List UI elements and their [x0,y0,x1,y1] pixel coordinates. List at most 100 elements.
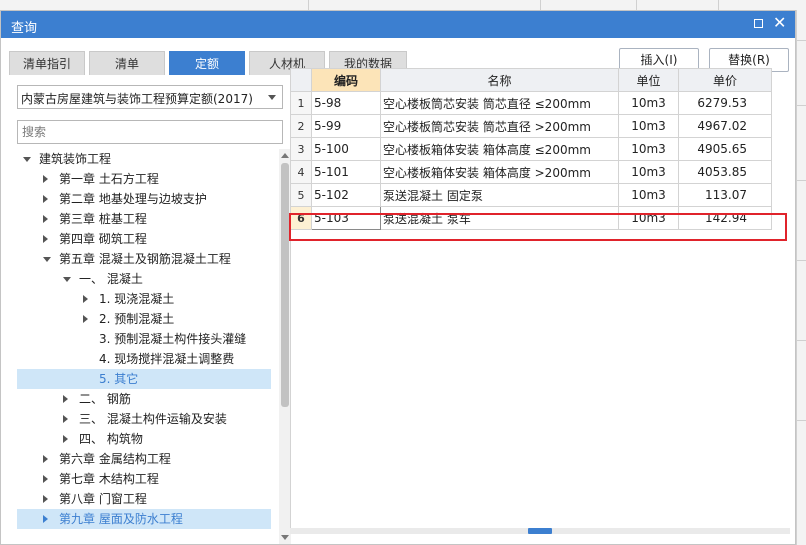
tab-bill[interactable]: 清单 [89,51,165,75]
tree-item[interactable]: 二、 钢筋 [17,389,271,409]
table-row[interactable]: 1 5-98 空心楼板筒芯安装 筒芯直径 ≤200mm 10m3 6279.53 [290,91,772,115]
table-row[interactable]: 3 5-100 空心楼板箱体安装 箱体高度 ≤200mm 10m3 4905.65 [290,137,772,161]
name-cell[interactable]: 空心楼板筒芯安装 筒芯直径 ≤200mm [380,91,619,115]
quota-results-table: 编码 名称 单位 单价 1 5-98 空心楼板筒芯安装 筒芯直径 ≤200mm 10m… [290,68,773,230]
unit-cell[interactable]: 10m3 [618,160,679,184]
tree-item[interactable]: 4. 现场搅拌混凝土调整费 [17,349,271,369]
tree-item[interactable]: 建筑装饰工程 [17,149,271,169]
chevron-down-icon[interactable] [23,157,31,162]
tree-item[interactable]: 1. 现浇混凝土 [17,289,271,309]
tree-item[interactable]: 第四章 砌筑工程 [17,229,271,249]
table-header-row: 编码 名称 单位 单价 [290,68,772,92]
price-cell[interactable]: 4053.85 [678,160,772,184]
tree-item[interactable]: 第二章 地基处理与边坡支护 [17,189,271,209]
table-row[interactable]: 5 5-102 泵送混凝土 固定泵 10m3 113.07 [290,183,772,207]
code-cell[interactable]: 5-100 [311,137,381,161]
code-cell[interactable]: 5-102 [311,183,381,207]
tree-item[interactable]: 第八章 门窗工程 [17,489,271,509]
chevron-right-icon[interactable] [43,515,48,523]
row-number[interactable]: 1 [290,91,312,115]
quota-navigation-pane: 内蒙古房屋建筑与装饰工程预算定额(2017) 建筑装饰工程第一章 土石方工程第二… [9,76,291,544]
scroll-up-icon[interactable] [281,153,289,158]
background-row-line [797,420,806,421]
tree-item-label: 第三章 桩基工程 [59,212,147,226]
tree-item[interactable]: 第七章 木结构工程 [17,469,271,489]
chevron-right-icon[interactable] [43,455,48,463]
current-row-highlight [289,213,787,241]
tab-quota[interactable]: 定额 [169,51,245,75]
column-header-unit[interactable]: 单位 [618,68,679,92]
price-cell[interactable]: 6279.53 [678,91,772,115]
tree-item[interactable]: 四、 构筑物 [17,429,271,449]
name-cell[interactable]: 泵送混凝土 固定泵 [380,183,619,207]
code-cell[interactable]: 5-98 [311,91,381,115]
chevron-right-icon[interactable] [43,175,48,183]
chevron-right-icon[interactable] [43,235,48,243]
chevron-right-icon[interactable] [43,215,48,223]
code-cell[interactable]: 5-99 [311,114,381,138]
table-row[interactable]: 2 5-99 空心楼板筒芯安装 筒芯直径 >200mm 10m3 4967.02 [290,114,772,138]
tree-item-label: 第二章 地基处理与边坡支护 [59,192,207,206]
window-title: 查询 [11,21,38,36]
maximize-icon[interactable] [754,19,763,28]
column-header-name[interactable]: 名称 [380,68,619,92]
row-number[interactable]: 2 [290,114,312,138]
tree-item[interactable]: 2. 预制混凝土 [17,309,271,329]
tree-item[interactable]: 第一章 土石方工程 [17,169,271,189]
name-cell[interactable]: 空心楼板箱体安装 箱体高度 ≤200mm [380,137,619,161]
background-row-line [797,340,806,341]
tree-item-label: 4. 现场搅拌混凝土调整费 [99,352,235,366]
quota-library-value: 内蒙古房屋建筑与装饰工程预算定额(2017) [21,92,253,106]
background-row-line [797,180,806,181]
search-input[interactable] [17,120,283,144]
tree-item[interactable]: 5. 其它 [17,369,271,389]
tree-item[interactable]: 第六章 金属结构工程 [17,449,271,469]
tree-item[interactable]: 第三章 桩基工程 [17,209,271,229]
close-icon[interactable]: ✕ [773,14,786,32]
chevron-right-icon[interactable] [63,435,68,443]
tree-item-label: 1. 现浇混凝土 [99,292,175,306]
tree-item-label: 第六章 金属结构工程 [59,452,171,466]
chevron-right-icon[interactable] [83,295,88,303]
tree-item-label: 一、 混凝土 [79,272,143,286]
chevron-right-icon[interactable] [43,195,48,203]
chevron-right-icon[interactable] [43,495,48,503]
chevron-down-icon[interactable] [268,95,276,100]
unit-cell[interactable]: 10m3 [618,183,679,207]
splitter-bar[interactable] [290,528,790,534]
code-cell[interactable]: 5-101 [311,160,381,184]
chevron-down-icon[interactable] [63,277,71,282]
name-cell[interactable]: 空心楼板筒芯安装 筒芯直径 >200mm [380,114,619,138]
column-header-code[interactable]: 编码 [311,68,381,92]
price-cell[interactable]: 4905.65 [678,137,772,161]
chevron-right-icon[interactable] [43,475,48,483]
table-row[interactable]: 4 5-101 空心楼板箱体安装 箱体高度 >200mm 10m3 4053.85 [290,160,772,184]
row-number[interactable]: 5 [290,183,312,207]
column-header-price[interactable]: 单价 [678,68,772,92]
tree-item-label: 第九章 屋面及防水工程 [59,512,183,526]
row-number[interactable]: 3 [290,137,312,161]
unit-cell[interactable]: 10m3 [618,91,679,115]
background-cell-divider [540,0,541,10]
price-cell[interactable]: 113.07 [678,183,772,207]
tree-item[interactable]: 一、 混凝土 [17,269,271,289]
splitter-grip-icon[interactable] [528,528,552,534]
row-number[interactable]: 4 [290,160,312,184]
tree-item[interactable]: 三、 混凝土构件运输及安装 [17,409,271,429]
title-bar[interactable]: 查询 ✕ [1,11,795,38]
chevron-right-icon[interactable] [63,395,68,403]
chevron-down-icon[interactable] [43,257,51,262]
chevron-right-icon[interactable] [83,315,88,323]
price-cell[interactable]: 4967.02 [678,114,772,138]
name-cell[interactable]: 空心楼板箱体安装 箱体高度 >200mm [380,160,619,184]
tree-item[interactable]: 第九章 屋面及防水工程 [17,509,271,529]
tree-item[interactable]: 3. 预制混凝土构件接头灌缝 [17,329,271,349]
tree-item[interactable]: 第五章 混凝土及钢筋混凝土工程 [17,249,271,269]
quota-library-select[interactable]: 内蒙古房屋建筑与装饰工程预算定额(2017) [17,85,283,109]
scroll-down-icon[interactable] [281,535,289,540]
chevron-right-icon[interactable] [63,415,68,423]
unit-cell[interactable]: 10m3 [618,114,679,138]
unit-cell[interactable]: 10m3 [618,137,679,161]
scrollbar-thumb[interactable] [281,163,289,407]
tab-bill-guide[interactable]: 清单指引 [9,51,85,75]
